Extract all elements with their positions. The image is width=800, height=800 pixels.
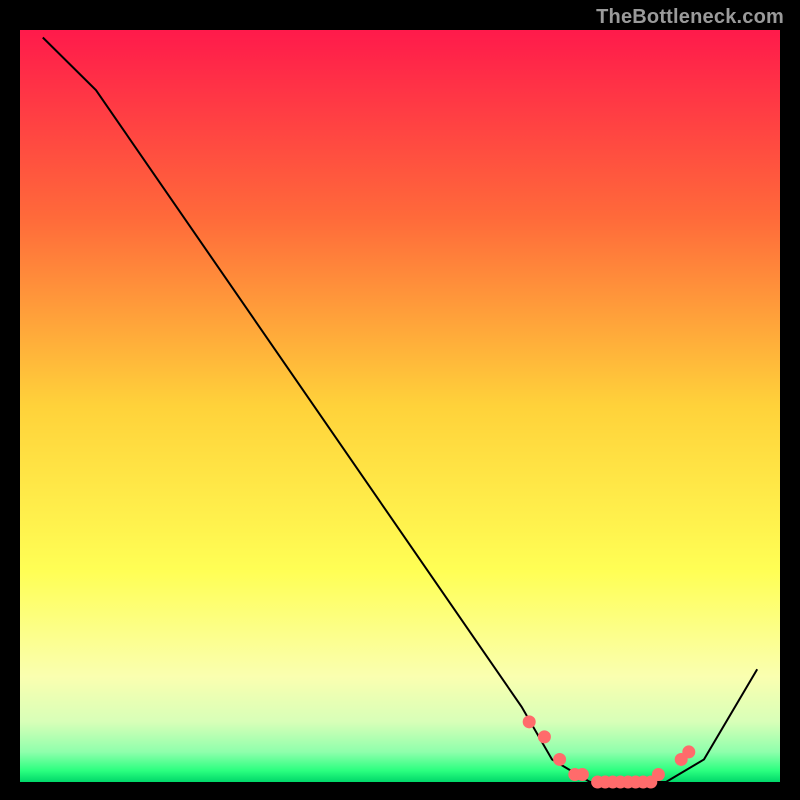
marker-dot: [553, 753, 566, 766]
marker-dot: [523, 715, 536, 728]
marker-dot: [652, 768, 665, 781]
plot-background: [20, 30, 780, 782]
marker-dot: [682, 745, 695, 758]
marker-dot: [576, 768, 589, 781]
chart-svg: [0, 0, 800, 800]
chart-container: { "watermark": "TheBottleneck.com", "cha…: [0, 0, 800, 800]
watermark: TheBottleneck.com: [596, 6, 784, 29]
marker-dot: [538, 730, 551, 743]
